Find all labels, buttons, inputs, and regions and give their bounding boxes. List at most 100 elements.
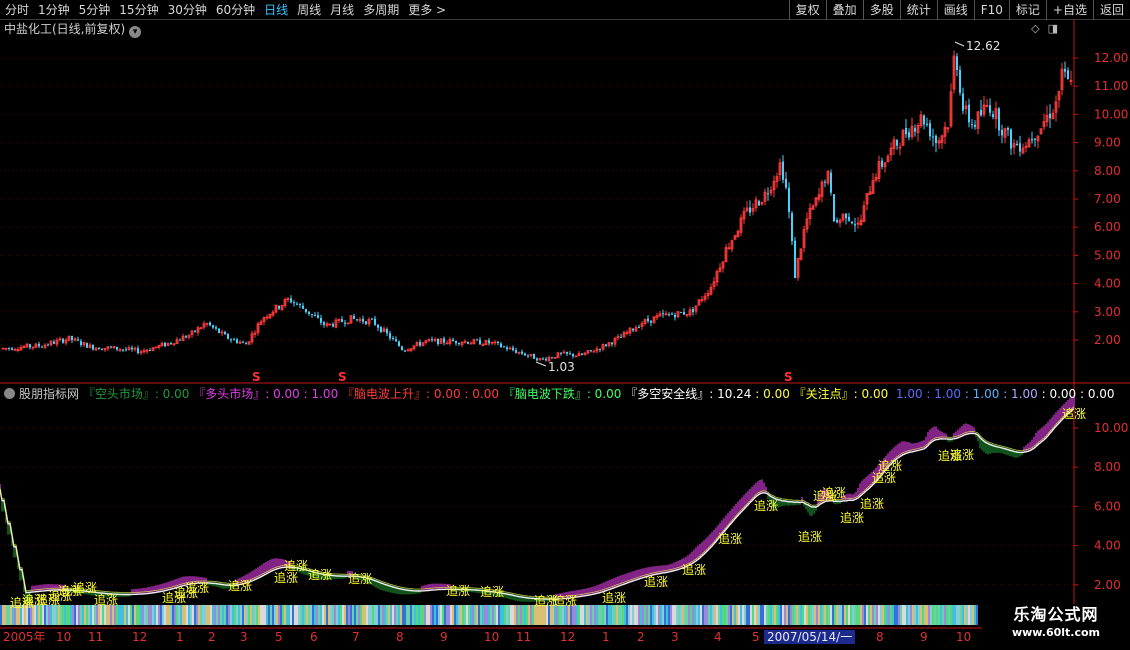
candle-308: [926, 117, 928, 127]
candle-body-188: [566, 351, 568, 354]
candle-body-227: [683, 311, 685, 315]
candle-98: [296, 301, 298, 306]
candle-3: [11, 346, 13, 351]
strip-bar-132: [264, 605, 266, 625]
chase-signal-label-18: 追涨: [553, 593, 577, 608]
strip-bar-395: [790, 605, 792, 625]
legend-item-12: : 0.00 : 0.00: [1041, 387, 1115, 401]
candle-50: [151, 346, 155, 352]
strip-bar-152: [304, 605, 306, 625]
strip-bar-112: [224, 605, 226, 625]
strip-bar-287: [574, 605, 576, 625]
strip-bar-30: [60, 605, 62, 625]
candle-211: [634, 325, 638, 332]
panel-toggle-icon[interactable]: ◨: [1048, 22, 1058, 35]
strip-bar-343: [686, 605, 688, 625]
strip-bar-393: [786, 605, 788, 625]
candle-144: [433, 337, 437, 343]
candle-169: [508, 346, 512, 350]
strip-bar-117: [234, 605, 236, 625]
candle-95: [286, 296, 290, 302]
candle-75: [227, 333, 229, 340]
candle-body-165: [497, 341, 499, 343]
candle-65: [196, 325, 200, 336]
candle-body-181: [545, 358, 547, 361]
strip-bar-449: [898, 605, 900, 625]
strip-bar-351: [702, 605, 704, 625]
chevron-down-icon[interactable]: ▾: [129, 26, 142, 38]
main-y-label-1: 11.00: [1094, 79, 1128, 93]
strip-bar-161: [322, 605, 324, 625]
candle-body-9: [29, 344, 31, 348]
candle-body-26: [80, 341, 82, 346]
candle-72: [218, 328, 220, 334]
strip-bar-297: [594, 605, 596, 625]
strip-bar-296: [592, 605, 594, 625]
strip-bar-40: [80, 605, 82, 625]
kline-chart-canvas[interactable]: 12.0011.0010.009.008.007.006.005.004.003…: [0, 0, 1130, 650]
candle-350: [1051, 109, 1055, 120]
indicator-menu-icon[interactable]: [4, 388, 15, 399]
strip-bar-417: [834, 605, 836, 625]
strip-bar-159: [318, 605, 320, 625]
candle-body-102: [308, 311, 310, 314]
candle-body-338: [1016, 143, 1018, 146]
strip-bar-176: [352, 605, 354, 625]
candle-64: [194, 330, 196, 333]
candle-280: [841, 213, 845, 223]
strip-bar-472: [944, 605, 946, 625]
candle-body-318: [956, 56, 958, 71]
candle-body-343: [1031, 139, 1033, 141]
candle-339: [1019, 135, 1021, 157]
diamond-icon[interactable]: ◇: [1031, 22, 1039, 35]
candle-151: [455, 340, 457, 346]
strip-bar-139: [278, 605, 280, 625]
strip-bar-215: [430, 605, 432, 625]
candle-307: [923, 114, 925, 130]
strip-bar-426: [852, 605, 854, 625]
strip-bar-377: [754, 605, 756, 625]
strip-bar-32: [64, 605, 66, 625]
strip-bar-93: [186, 605, 188, 625]
strip-bar-260: [520, 605, 522, 625]
candle-281: [845, 213, 847, 225]
strip-bar-171: [342, 605, 344, 625]
strip-bar-485: [970, 605, 972, 625]
strip-bar-24: [48, 605, 50, 625]
candle-180: [542, 357, 544, 360]
candle-186: [560, 352, 562, 356]
candle-body-41: [125, 349, 127, 351]
candle-160: [481, 342, 485, 347]
strip-bar-105: [210, 605, 212, 625]
candle-126: [380, 326, 382, 334]
candle-body-308: [926, 123, 928, 125]
candle-266: [799, 248, 803, 261]
candle-303: [910, 117, 914, 140]
strip-bar-334: [668, 605, 670, 625]
strip-bar-79: [158, 605, 160, 625]
candle-body-105: [317, 315, 319, 318]
strip-bar-258: [516, 605, 518, 625]
candle-body-304: [914, 128, 916, 132]
strip-bar-350: [700, 605, 702, 625]
candle-209: [628, 327, 632, 336]
candle-202: [607, 342, 611, 348]
candle-37: [112, 346, 116, 349]
strip-bar-232: [464, 605, 466, 625]
candle-22: [67, 335, 71, 342]
candle-13: [41, 345, 43, 348]
candle-body-276: [830, 172, 832, 193]
legend-item-1: 『空头市场』: 0.00: [82, 387, 194, 401]
strip-bar-305: [610, 605, 612, 625]
strip-bar-371: [742, 605, 744, 625]
strip-bar-415: [830, 605, 832, 625]
candle-46: [139, 349, 143, 355]
main-y-label-10: 2.00: [1094, 333, 1121, 347]
strip-bar-162: [324, 605, 326, 625]
strip-bar-124: [248, 605, 250, 625]
date-tick-7: 5: [275, 630, 283, 644]
strip-bar-44: [88, 605, 90, 625]
candle-116: [349, 315, 353, 324]
strip-bar-262: [524, 605, 526, 625]
strip-bar-111: [222, 605, 224, 625]
